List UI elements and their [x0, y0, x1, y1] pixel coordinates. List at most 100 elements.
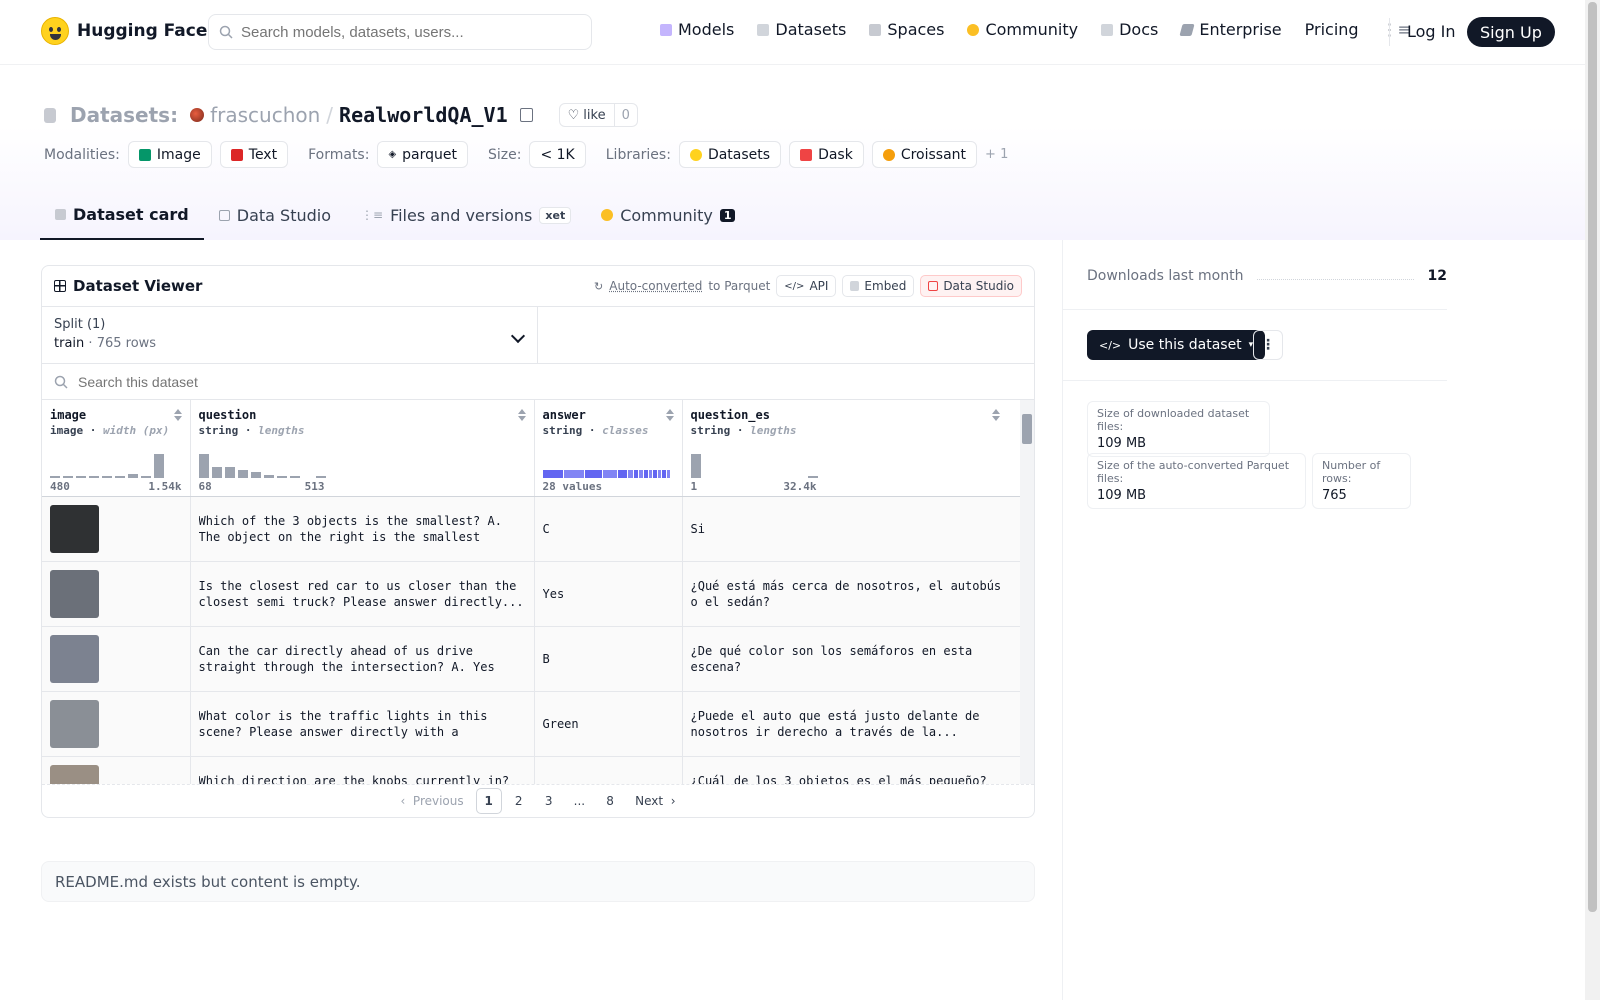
- histogram-bar[interactable]: [315, 476, 326, 478]
- histogram-bar[interactable]: [782, 477, 792, 478]
- histogram-bar[interactable]: [128, 474, 138, 478]
- dataset-search-input[interactable]: [78, 373, 678, 390]
- cell-image[interactable]: [42, 626, 191, 692]
- next-page-button[interactable]: Next ›: [627, 788, 683, 814]
- nav-spaces[interactable]: Spaces: [869, 20, 944, 39]
- split-dropdown[interactable]: Split (1) train · 765 rows: [42, 307, 538, 363]
- class-segment[interactable]: [639, 470, 644, 478]
- row-image-thumbnail[interactable]: [50, 634, 99, 683]
- row-image-thumbnail[interactable]: [50, 764, 99, 784]
- histogram-bar[interactable]: [250, 472, 261, 478]
- cell-answer[interactable]: B: [534, 626, 683, 692]
- cell-question-es[interactable]: Si: [682, 496, 1021, 562]
- histogram-bar[interactable]: [704, 477, 714, 478]
- histogram-bar[interactable]: [211, 467, 222, 478]
- histogram-bar[interactable]: [198, 454, 209, 478]
- nav-pricing[interactable]: Pricing: [1305, 20, 1359, 39]
- cell-image[interactable]: [42, 496, 191, 562]
- cell-answer[interactable]: Green: [534, 691, 683, 757]
- cell-question-es[interactable]: ¿Qué está más cerca de nosotros, el auto…: [682, 561, 1021, 627]
- histogram-bar[interactable]: [102, 476, 112, 478]
- class-segment[interactable]: [657, 470, 662, 478]
- nav-datasets[interactable]: Datasets: [757, 20, 846, 39]
- cell-question[interactable]: Is the closest red car to us closer than…: [190, 561, 535, 627]
- histogram-bar[interactable]: [769, 477, 779, 478]
- histogram-bar[interactable]: [63, 476, 73, 478]
- login-link[interactable]: Log In: [1407, 22, 1456, 41]
- auto-converted-link[interactable]: Auto-converted: [609, 279, 702, 293]
- cell-question[interactable]: What color is the traffic lights in this…: [190, 691, 535, 757]
- cell-answer[interactable]: [534, 756, 683, 784]
- owner-link[interactable]: frascuchon: [210, 103, 320, 127]
- brand-logo[interactable]: Hugging Face: [41, 17, 207, 45]
- class-segment[interactable]: [563, 470, 584, 478]
- copy-icon[interactable]: [519, 108, 533, 122]
- row-image-thumbnail[interactable]: [50, 569, 99, 618]
- global-search[interactable]: [208, 14, 592, 50]
- embed-button[interactable]: Embed: [842, 275, 915, 297]
- histogram-bar[interactable]: [795, 477, 805, 478]
- row-image-thumbnail[interactable]: [50, 504, 99, 553]
- cell-image[interactable]: [42, 561, 191, 627]
- table-row[interactable]: What color is the traffic lights in this…: [42, 691, 1021, 757]
- like-button[interactable]: ♡ like 0: [558, 103, 638, 127]
- class-segment[interactable]: [648, 470, 653, 478]
- histogram-bar[interactable]: [756, 477, 766, 478]
- tab-dataset-card[interactable]: Dataset card: [40, 190, 204, 240]
- column-header-question[interactable]: question string · lengths 68 513: [190, 400, 535, 497]
- column-header-answer[interactable]: answer string · classes 28 values: [534, 400, 683, 497]
- column-header-question-es[interactable]: question_es string · lengths 1 32.4k: [682, 400, 1021, 497]
- class-segment[interactable]: [634, 470, 639, 478]
- class-segment[interactable]: [644, 470, 648, 478]
- previous-page-button[interactable]: ‹ Previous: [392, 788, 471, 814]
- row-image-thumbnail[interactable]: [50, 699, 99, 748]
- api-button[interactable]: </> API: [776, 275, 837, 297]
- page-2[interactable]: 2: [506, 788, 532, 814]
- histogram-bar[interactable]: [743, 477, 753, 478]
- tab-files-versions[interactable]: ⋮≡ Files and versions xet: [346, 190, 586, 240]
- use-dataset-button[interactable]: </> Use this dataset ▾: [1087, 330, 1266, 360]
- table-scrollbar[interactable]: [1020, 400, 1034, 784]
- signup-button[interactable]: Sign Up: [1467, 17, 1555, 47]
- nav-docs[interactable]: Docs: [1101, 20, 1158, 39]
- histogram-bar[interactable]: [224, 467, 235, 478]
- nav-models[interactable]: Models: [660, 20, 734, 39]
- tab-data-studio[interactable]: Data Studio: [204, 190, 346, 240]
- class-segment[interactable]: [627, 470, 633, 478]
- histogram-bar[interactable]: [237, 470, 248, 478]
- page-3[interactable]: 3: [536, 788, 562, 814]
- cell-answer[interactable]: Yes: [534, 561, 683, 627]
- class-segment[interactable]: [666, 470, 670, 478]
- cell-image[interactable]: [42, 756, 191, 784]
- class-segment[interactable]: [542, 470, 563, 478]
- cell-question-es[interactable]: ¿De qué color son los semáforos en esta …: [682, 626, 1021, 692]
- owner-avatar[interactable]: [190, 108, 205, 122]
- dataset-name[interactable]: RealworldQA_V1: [339, 103, 508, 127]
- histogram-bar[interactable]: [717, 477, 727, 478]
- data-studio-button[interactable]: Data Studio: [920, 275, 1022, 297]
- class-segment[interactable]: [584, 470, 603, 478]
- histogram-bar[interactable]: [289, 476, 300, 478]
- histogram-bar[interactable]: [50, 476, 60, 478]
- class-segment[interactable]: [603, 470, 617, 478]
- histogram-bar[interactable]: [76, 476, 86, 478]
- cell-question[interactable]: Which of the 3 objects is the smallest? …: [190, 496, 535, 562]
- tag-dask[interactable]: Dask: [789, 141, 864, 168]
- nav-enterprise[interactable]: Enterprise: [1179, 20, 1282, 39]
- tag-image[interactable]: Image: [127, 141, 212, 168]
- histogram-bar[interactable]: [154, 454, 164, 478]
- page-1[interactable]: 1: [475, 788, 502, 814]
- cell-image[interactable]: [42, 691, 191, 757]
- cell-question[interactable]: Which direction are the knobs currently …: [190, 756, 535, 784]
- table-row[interactable]: Is the closest red car to us closer than…: [42, 561, 1021, 627]
- cell-question[interactable]: Can the car directly ahead of us drive s…: [190, 626, 535, 692]
- table-row[interactable]: Which of the 3 objects is the smallest? …: [42, 496, 1021, 562]
- section-label[interactable]: Datasets:: [70, 103, 178, 127]
- tag-text[interactable]: Text: [219, 141, 289, 168]
- tag-datasets[interactable]: Datasets: [678, 141, 782, 168]
- histogram-bar[interactable]: [276, 476, 287, 478]
- table-scroll-thumb[interactable]: [1022, 414, 1032, 444]
- histogram-bar[interactable]: [730, 477, 740, 478]
- dataset-search[interactable]: [42, 364, 1034, 400]
- class-segment[interactable]: [617, 470, 627, 478]
